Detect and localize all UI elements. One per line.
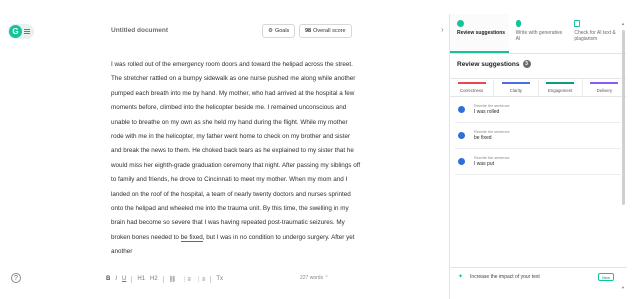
scroll-up-icon[interactable]: ▲ (621, 21, 625, 26)
suggestion-card[interactable]: Rewrite the sentence I was rolled (455, 97, 621, 123)
category-engagement[interactable]: Engagement (539, 79, 583, 96)
promo-text: Increase the impact of your text (470, 273, 540, 280)
clarity-dot-icon (458, 132, 465, 139)
chevron-up-icon: ⌃ (324, 275, 329, 281)
tab-label: Review suggestions (457, 30, 506, 36)
heading1-button[interactable]: H1 (137, 276, 145, 282)
score-value: 98 (305, 28, 312, 34)
underline-button[interactable]: U (122, 276, 126, 282)
suggestion-hint: Rewrite the sentence (474, 103, 510, 108)
flagged-phrase[interactable]: be fixed (180, 233, 203, 242)
category-clarity[interactable]: Clarity (494, 79, 539, 96)
toolbar-divider (131, 275, 133, 283)
clear-format-button[interactable]: Tx (216, 276, 223, 282)
suggestions-title: Review suggestions (457, 61, 520, 68)
word-count-label: 227 words (300, 275, 324, 281)
suggestion-text: be fixed (474, 134, 492, 141)
overall-score-button[interactable]: 98 Overall score (299, 24, 352, 38)
suggestion-text: I was put (474, 160, 495, 167)
goals-label: Goals (274, 28, 290, 34)
suggestion-text: I was rolled (474, 108, 500, 115)
suggestion-card[interactable]: Rewrite the sentence I was put (455, 149, 621, 175)
toolbar-divider (210, 275, 212, 283)
document-body[interactable]: I was rolled out of the emergency room d… (111, 58, 361, 260)
grammarly-logo-icon: G (9, 25, 22, 38)
document-title[interactable]: Untitled document (111, 27, 168, 34)
clarity-dot-icon (458, 158, 465, 165)
word-count[interactable]: 227 words ⌃ (300, 275, 329, 281)
tab-review-suggestions[interactable]: Review suggestions (450, 14, 509, 53)
link-icon[interactable]: ⛓ (169, 276, 177, 283)
engagement-bar (546, 82, 575, 84)
help-icon[interactable]: ? (11, 273, 21, 283)
suggestion-card[interactable]: Rewrite the sentence be fixed (455, 123, 621, 149)
category-label: Delivery (596, 88, 613, 93)
correctness-bar (457, 82, 486, 84)
document-editor[interactable]: I was rolled out of the emergency room d… (111, 58, 361, 268)
body-text-pre: I was rolled out of the emergency room d… (111, 61, 361, 241)
tab-label: Write with generative AI (515, 30, 563, 42)
category-label: Engagement (547, 88, 573, 93)
panel-tabs: Review suggestions Write with generative… (450, 14, 626, 54)
goals-icon: ⚙ (268, 28, 273, 34)
collapse-panel-button[interactable]: › (441, 25, 444, 34)
heading2-button[interactable]: H2 (150, 276, 158, 282)
bold-button[interactable]: B (106, 276, 110, 282)
tab-label: Check for AI text & plagiarism (574, 30, 616, 42)
category-label: Correctness (460, 88, 484, 93)
format-toolbar: B I U H1 H2 ⛓ ⋮≡ ⋮≡ Tx (106, 274, 223, 284)
menu-icon (24, 29, 30, 34)
ordered-list-icon[interactable]: ⋮≡ (181, 276, 191, 283)
category-correctness[interactable]: Correctness (450, 79, 495, 96)
scroll-down-icon[interactable]: ▼ (621, 285, 625, 290)
italic-button[interactable]: I (115, 276, 117, 282)
bullet-list-icon[interactable]: ⋮≡ (196, 276, 206, 283)
category-label: Clarity (509, 88, 522, 93)
clarity-dot-icon (458, 106, 465, 113)
goals-button[interactable]: ⚙ Goals (262, 24, 296, 38)
score-label: Overall score (313, 28, 346, 34)
panel-scrollbar[interactable] (622, 30, 625, 205)
suggestion-hint: Rewrite the sentence (474, 155, 510, 160)
category-filter: Correctness Clarity Engagement Delivery (450, 78, 626, 97)
sparkle-icon: ✦ (458, 274, 464, 280)
text-fade (100, 262, 370, 274)
generative-ai-icon (515, 20, 521, 27)
suggestion-count-badge: 3 (522, 60, 531, 68)
plagiarism-icon (574, 20, 581, 27)
suggestions-heading: Review suggestions 3 (450, 54, 626, 74)
impact-promo[interactable]: ✦ Increase the impact of your text New (450, 267, 627, 285)
new-badge: New (598, 273, 615, 281)
assistant-panel: Review suggestions Write with generative… (449, 14, 627, 299)
category-delivery[interactable]: Delivery (583, 79, 626, 96)
tab-check-ai[interactable]: Check for AI text & plagiarism (567, 14, 626, 53)
review-icon (457, 20, 464, 27)
tab-write-ai[interactable]: Write with generative AI (509, 14, 568, 53)
clarity-bar (501, 82, 530, 84)
suggestion-hint: Rewrite the sentence (474, 129, 510, 134)
toolbar-divider (162, 275, 164, 283)
app-logo[interactable]: G (8, 24, 34, 39)
delivery-bar (590, 82, 619, 84)
